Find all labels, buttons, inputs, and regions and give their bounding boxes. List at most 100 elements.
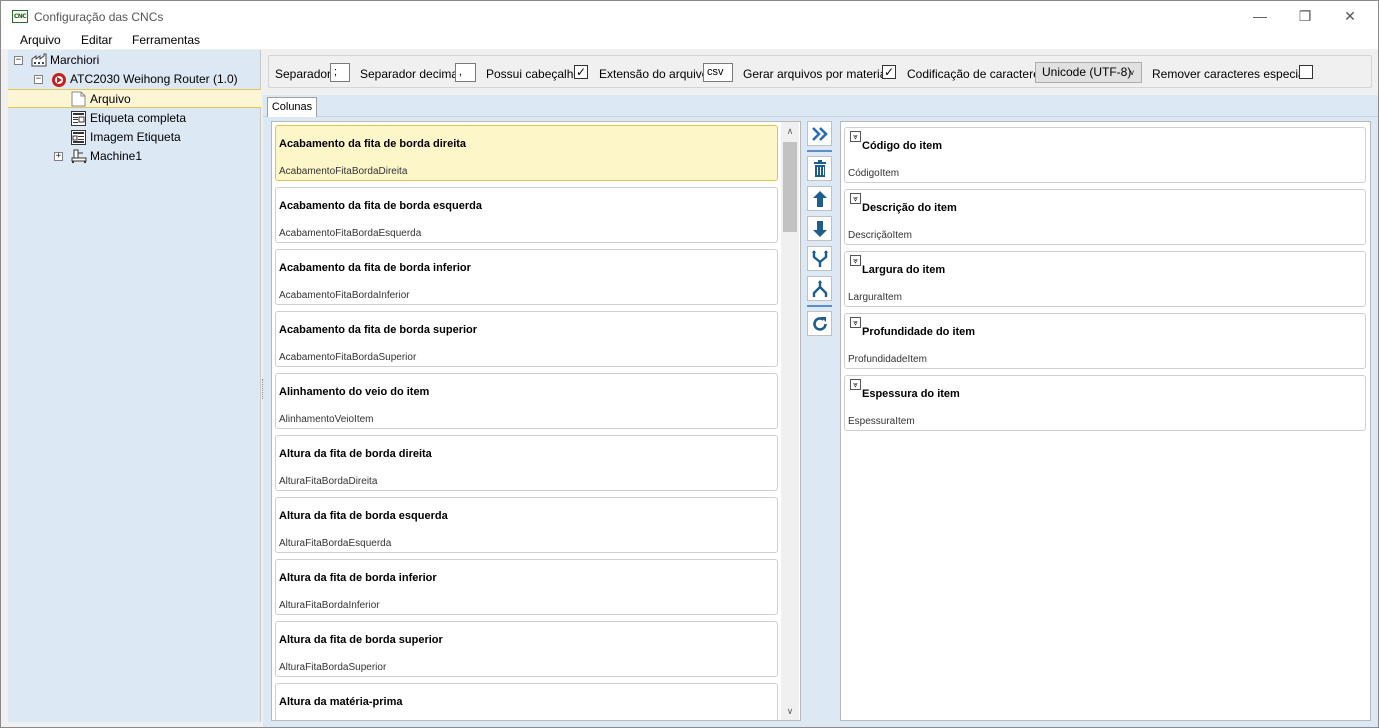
move-down-button[interactable] — [807, 216, 832, 241]
move-up-button[interactable] — [807, 186, 832, 211]
encoding-label: Codificação de caracteres — [907, 67, 1046, 81]
list-item[interactable]: Acabamento da fita de borda direita Acab… — [275, 125, 778, 181]
list-item[interactable]: Altura da fita de borda esquerda AlturaF… — [275, 497, 778, 553]
tree-node-atc2030[interactable]: − ATC2030 Weihong Router (1.0) — [8, 70, 258, 89]
column-key: AlturaFitaBordaSuperior — [279, 662, 387, 673]
title-bar: CNC Configuração das CNCs — ❐ ✕ — [1, 1, 1378, 31]
sort-toggle-icon[interactable]: ⩔ — [850, 131, 861, 142]
scroll-down-icon[interactable]: ∨ — [781, 702, 799, 720]
column-title: Altura da fita de borda superior — [279, 634, 443, 646]
add-column-button[interactable] — [807, 121, 832, 146]
column-title: Profundidade do item — [862, 326, 976, 338]
list-item[interactable]: ⩔ Código do item CódigoItem — [844, 127, 1366, 183]
selected-columns-list: ⩔ Código do item CódigoItem ⩔ Descrição … — [840, 121, 1371, 721]
list-item[interactable]: ⩔ Largura do item LarguraItem — [844, 251, 1366, 307]
column-title: Código do item — [862, 140, 943, 152]
encoding-select[interactable]: Unicode (UTF-8) ∨ — [1035, 62, 1142, 83]
list-item[interactable]: Altura da fita de borda direita AlturaFi… — [275, 435, 778, 491]
separator-input[interactable]: ; — [330, 63, 350, 82]
column-title: Acabamento da fita de borda inferior — [279, 262, 471, 274]
tree-node-arquivo[interactable]: Arquivo — [8, 90, 258, 109]
list-item[interactable]: ⩔ Descrição do item DescriçãoItem — [844, 189, 1366, 245]
sort-toggle-icon[interactable]: ⩔ — [850, 379, 861, 390]
sort-toggle-icon[interactable]: ⩔ — [850, 193, 861, 204]
column-key: AcabamentoFitaBordaInferior — [279, 290, 410, 301]
maximize-button[interactable]: ❐ — [1282, 5, 1328, 27]
column-title: Altura da fita de borda inferior — [279, 572, 437, 584]
tree-node-etiqueta-completa[interactable]: Etiqueta completa — [8, 109, 258, 128]
action-separator — [807, 305, 832, 307]
column-key: EspessuraItem — [848, 416, 915, 427]
decimal-separator-label: Separador decimal — [360, 67, 461, 81]
separator-label: Separador — [275, 67, 332, 81]
scroll-up-icon[interactable]: ∧ — [781, 122, 799, 140]
expand-icon[interactable]: + — [54, 152, 63, 161]
column-title: Acabamento da fita de borda direita — [279, 138, 467, 150]
decimal-separator-input[interactable]: , — [455, 63, 476, 82]
delete-column-button[interactable] — [807, 156, 832, 181]
tab-strip — [263, 95, 1378, 117]
tree-node-machine1[interactable]: + Machine1 — [8, 147, 258, 166]
arrow-up-icon — [813, 191, 827, 207]
refresh-button[interactable] — [807, 311, 832, 336]
tree-label: Machine1 — [90, 149, 143, 163]
column-title: Largura do item — [862, 264, 946, 276]
close-button[interactable]: ✕ — [1327, 5, 1373, 27]
scroll-thumb[interactable] — [783, 142, 797, 232]
list-item[interactable]: ⩔ Profundidade do item ProfundidadeItem — [844, 313, 1366, 369]
collapse-icon[interactable]: − — [14, 56, 23, 65]
list-item[interactable]: Alinhamento do veio do item AlinhamentoV… — [275, 373, 778, 429]
tree-node-marchiori[interactable]: − Marchiori — [8, 51, 258, 70]
trash-icon — [814, 160, 826, 177]
merge-icon — [812, 250, 828, 267]
list-item[interactable]: Altura da fita de borda inferior AlturaF… — [275, 559, 778, 615]
label-icon — [71, 111, 87, 126]
list-item[interactable]: Acabamento da fita de borda inferior Aca… — [275, 249, 778, 305]
config-tree: − Marchiori − ATC2030 Weihong Router (1.… — [8, 50, 261, 722]
list-item[interactable]: ⩔ Espessura do item EspessuraItem — [844, 375, 1366, 431]
sort-toggle-icon[interactable]: ⩔ — [850, 317, 861, 328]
menu-arquivo[interactable]: Arquivo — [20, 33, 61, 47]
collapse-icon[interactable]: − — [34, 75, 43, 84]
list-item[interactable]: Altura da fita de borda superior AlturaF… — [275, 621, 778, 677]
tab-colunas[interactable]: Colunas — [267, 97, 317, 118]
column-key: ProfundidadeItem — [848, 354, 927, 365]
column-key: AcabamentoFitaBordaDireita — [279, 166, 408, 177]
tree-label: Imagem Etiqueta — [90, 130, 181, 144]
column-title: Espessura do item — [862, 388, 960, 400]
column-key: AlturaFitaBordaDireita — [279, 476, 378, 487]
column-key: LarguraItem — [848, 292, 902, 303]
cnc-machine-icon — [71, 149, 87, 164]
column-title: Altura da fita de borda esquerda — [279, 510, 448, 522]
file-icon — [71, 91, 87, 107]
merge-columns-button[interactable] — [807, 246, 832, 271]
list-item[interactable]: Altura da matéria-prima — [275, 683, 778, 720]
label-image-icon — [71, 130, 87, 145]
menu-editar[interactable]: Editar — [81, 33, 112, 47]
factory-icon — [31, 53, 47, 68]
tree-label: Marchiori — [50, 53, 100, 67]
per-material-checkbox[interactable]: ✓ — [882, 65, 896, 79]
tree-label: ATC2030 Weihong Router (1.0) — [70, 72, 238, 86]
sort-toggle-icon[interactable]: ⩔ — [850, 255, 861, 266]
router-logo-icon — [51, 72, 67, 87]
encoding-value: Unicode (UTF-8) — [1042, 65, 1132, 79]
split-column-button[interactable] — [807, 276, 832, 301]
remove-special-checkbox[interactable] — [1299, 65, 1313, 79]
list-scrollbar[interactable]: ∧ ∨ — [781, 122, 799, 720]
file-extension-input[interactable]: csv — [703, 63, 733, 82]
list-item[interactable]: Acabamento da fita de borda superior Aca… — [275, 311, 778, 367]
list-item[interactable]: Acabamento da fita de borda esquerda Aca… — [275, 187, 778, 243]
column-title: Alinhamento do veio do item — [279, 386, 430, 398]
has-header-label: Possui cabeçalho — [486, 67, 581, 81]
has-header-checkbox[interactable]: ✓ — [574, 65, 588, 79]
column-key: AcabamentoFitaBordaSuperior — [279, 352, 417, 363]
menu-ferramentas[interactable]: Ferramentas — [132, 33, 200, 47]
tree-node-imagem-etiqueta[interactable]: Imagem Etiqueta — [8, 128, 258, 147]
minimize-button[interactable]: — — [1237, 5, 1283, 27]
column-key: DescriçãoItem — [848, 230, 912, 241]
tree-label: Arquivo — [90, 92, 131, 106]
refresh-icon — [813, 317, 827, 331]
column-key: AlturaFitaBordaInferior — [279, 600, 380, 611]
column-key: AcabamentoFitaBordaEsquerda — [279, 228, 422, 239]
